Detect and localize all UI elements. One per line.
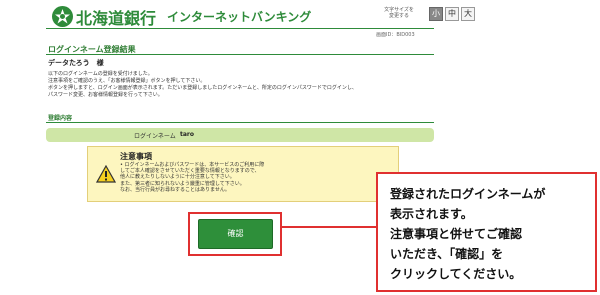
description-line: 以下のログインネームの登録を受付けました。 bbox=[48, 71, 153, 77]
instruction-callout: 登録されたログインネームが 表示されます。 注意事項と併せてご確認 いただき、「… bbox=[376, 172, 597, 292]
caution-box: 注意事項 • ログインネームおよびパスワードは、本サービスのご利用に際 してご本… bbox=[87, 146, 399, 202]
font-size-large-button[interactable]: 大 bbox=[461, 7, 475, 21]
caution-title: 注意事項 bbox=[120, 152, 152, 161]
callout-line: いただき、「確認」を bbox=[390, 247, 504, 261]
confirm-button[interactable]: 確認 bbox=[198, 219, 273, 249]
section-title-registration: 登録内容 bbox=[46, 113, 434, 123]
description-line: 注意事項をご確認のうえ、「お客様情報登録」ボタンを押して下さい。 bbox=[48, 78, 206, 84]
caution-line: また、第三者に知られないよう厳重に管理して下さい。 bbox=[120, 180, 245, 187]
caution-text: • ログインネームおよびパスワードは、本サービスのご利用に際 してご本人確認をさ… bbox=[120, 162, 264, 193]
header-divider bbox=[46, 28, 434, 29]
bank-name: 北海道銀行 bbox=[76, 9, 157, 28]
warning-icon bbox=[95, 164, 117, 187]
description-line: ボタンを押しますと、ログイン画面が表示されます。ただいま登録しましたログインネー… bbox=[48, 85, 357, 91]
callout-line: 注意事項と併せてご確認 bbox=[390, 227, 523, 241]
page-title: ログインネーム登録結果 bbox=[48, 45, 136, 54]
login-name-row: ログインネーム taro bbox=[46, 128, 434, 142]
customer-name: データたろう 様 bbox=[48, 59, 104, 67]
callout-connector bbox=[282, 226, 377, 228]
screen-id: 画面ID：BID003 bbox=[376, 32, 415, 38]
page-title-bar: ログインネーム登録結果 bbox=[46, 43, 434, 55]
callout-line: 表示されます。 bbox=[390, 207, 473, 221]
bank-logo-icon bbox=[52, 6, 73, 27]
description-line: パスワード変更、お客様情報登録を行って下さい。 bbox=[48, 92, 163, 98]
font-size-small-button[interactable]: 小 bbox=[429, 7, 443, 21]
caution-line: なお、当行行員がお尋ねすることはありません。 bbox=[120, 186, 230, 193]
service-name: インターネットバンキング bbox=[167, 10, 312, 24]
font-size-label: 文字サイズを変更する bbox=[384, 7, 414, 19]
login-name-value: taro bbox=[180, 131, 194, 138]
login-name-label: ログインネーム bbox=[134, 133, 176, 140]
callout-line: 登録されたログインネームが bbox=[390, 187, 546, 201]
description: 以下のログインネームの登録を受付けました。 注意事項をご確認のうえ、「お客様情報… bbox=[48, 71, 428, 99]
callout-line: クリックしてください。 bbox=[390, 267, 522, 281]
font-size-medium-button[interactable]: 中 bbox=[445, 7, 459, 21]
